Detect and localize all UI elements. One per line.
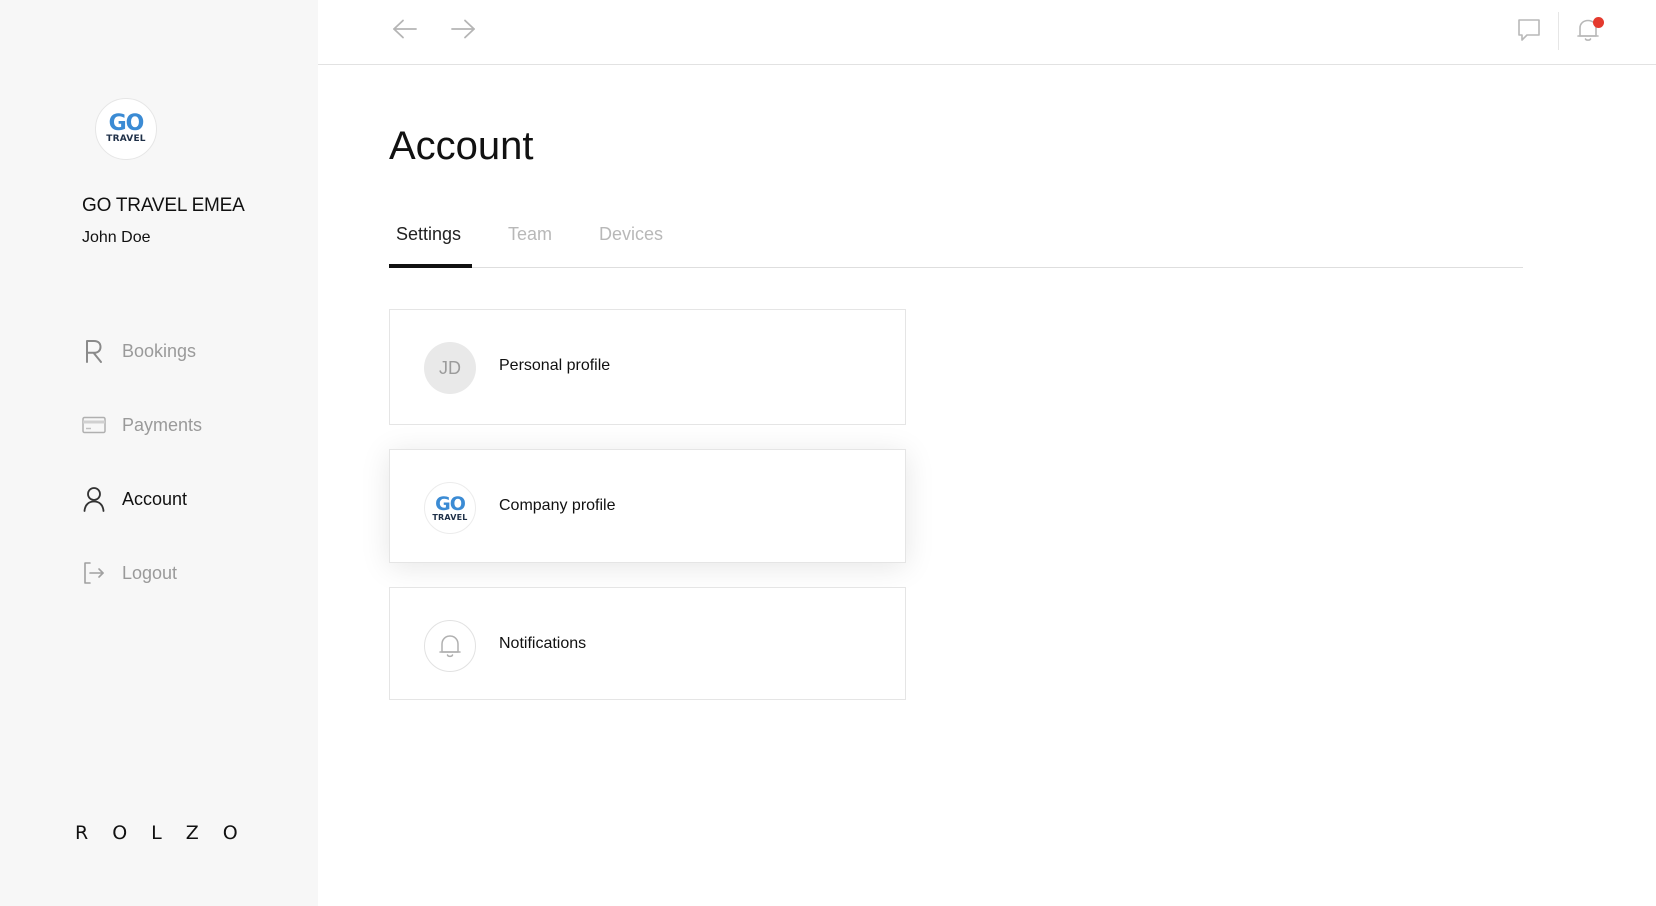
tab-settings[interactable]: Settings	[396, 224, 461, 245]
logout-icon	[82, 559, 106, 587]
notifications-card[interactable]: Notifications	[389, 587, 906, 700]
sidebar-item-label: Account	[122, 488, 188, 509]
user-icon	[82, 485, 106, 513]
arrow-right-icon	[451, 19, 475, 39]
sidebar-item-account[interactable]: Account	[82, 482, 187, 516]
credit-card-icon	[82, 411, 106, 439]
avatar: JD	[424, 342, 476, 394]
rolzo-brand-logo: ROLZO	[75, 822, 262, 844]
sidebar-item-label: Logout	[122, 562, 178, 583]
personal-profile-card[interactable]: JD Personal profile	[389, 309, 906, 425]
back-button[interactable]	[390, 14, 420, 44]
company-profile-card[interactable]: GO TRAVEL Company profile	[389, 449, 906, 563]
tab-team[interactable]: Team	[508, 224, 552, 245]
card-label: Notifications	[499, 635, 587, 652]
sidebar-item-payments[interactable]: Payments	[82, 408, 202, 442]
logo-travel-text: TRAVEL	[106, 134, 146, 144]
page-title: Account	[389, 124, 534, 168]
forward-button[interactable]	[448, 14, 478, 44]
app-root: GO TRAVEL GO TRAVEL EMEA John Doe Bookin…	[0, 0, 1656, 906]
topbar-divider	[1558, 12, 1559, 50]
logo-go-text: GO	[435, 492, 466, 515]
company-name: GO TRAVEL EMEA	[82, 195, 245, 216]
tab-devices[interactable]: Devices	[599, 224, 663, 245]
user-name: John Doe	[82, 229, 151, 246]
sidebar-item-label: Bookings	[122, 340, 197, 361]
sidebar: GO TRAVEL GO TRAVEL EMEA John Doe Bookin…	[0, 0, 318, 906]
arrow-left-icon	[393, 19, 417, 39]
logo-go-text: GO	[108, 111, 145, 136]
company-logo: GO TRAVEL	[95, 98, 157, 160]
sidebar-item-bookings[interactable]: Bookings	[82, 334, 196, 368]
chat-icon	[1518, 19, 1540, 41]
active-tab-indicator	[389, 264, 472, 268]
top-bar	[318, 0, 1656, 65]
chat-button[interactable]	[1514, 14, 1544, 46]
sidebar-item-logout[interactable]: Logout	[82, 556, 177, 590]
bell-icon	[424, 620, 476, 672]
notification-unread-dot	[1593, 17, 1604, 28]
account-tabs: Settings Team Devices	[389, 210, 1523, 268]
company-logo-avatar: GO TRAVEL	[424, 482, 476, 534]
card-label: Personal profile	[499, 357, 611, 374]
sidebar-item-label: Payments	[122, 414, 203, 435]
r-letter-icon	[82, 337, 106, 365]
logo-travel-text: TRAVEL	[432, 512, 468, 522]
card-label: Company profile	[499, 497, 616, 514]
